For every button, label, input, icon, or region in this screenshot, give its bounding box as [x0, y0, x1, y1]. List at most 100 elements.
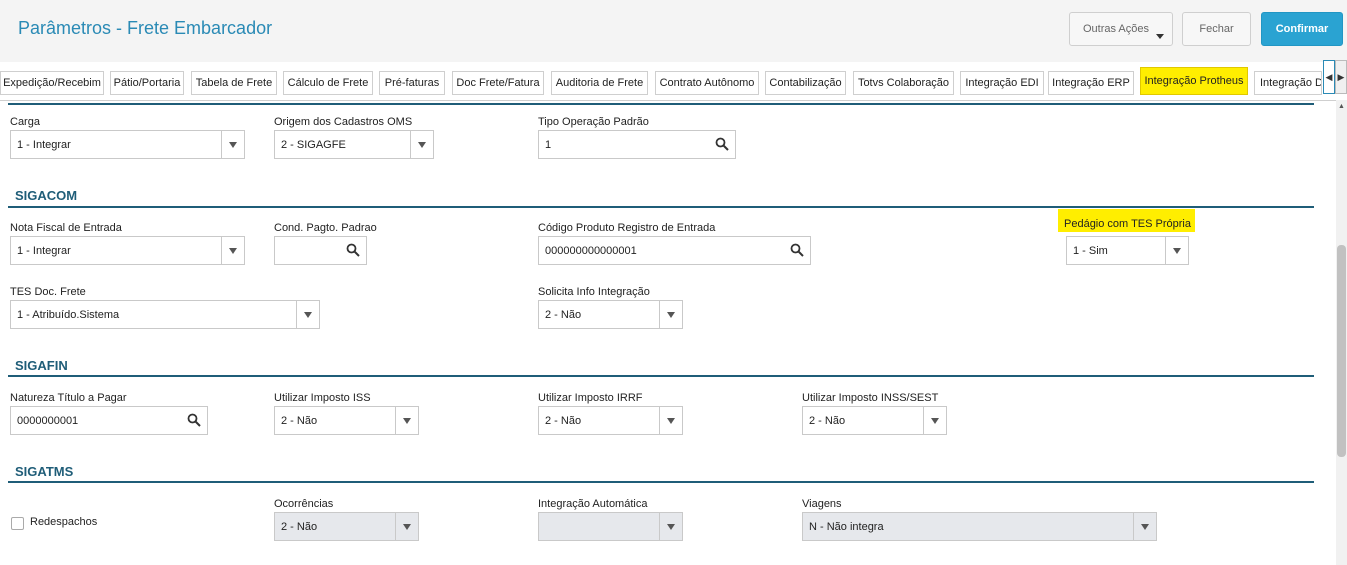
irrf-label: Utilizar Imposto IRRF: [538, 392, 643, 404]
tab-calculo-frete[interactable]: Cálculo de Frete: [283, 71, 373, 95]
inss-value: 2 - Não: [809, 415, 846, 427]
close-button[interactable]: Fechar: [1182, 12, 1251, 46]
viagens-select[interactable]: N - Não integra: [802, 512, 1157, 541]
irrf-select[interactable]: 2 - Não: [538, 406, 683, 435]
origem-value: 2 - SIGAGFE: [281, 139, 346, 151]
scroll-up-icon[interactable]: ▲: [1337, 102, 1346, 112]
nota-fiscal-select[interactable]: 1 - Integrar: [10, 236, 245, 265]
codigo-produto-value: 000000000000001: [545, 245, 637, 257]
ocorrencias-select[interactable]: 2 - Não: [274, 512, 419, 541]
tipo-operacao-label: Tipo Operação Padrão: [538, 116, 649, 128]
tab-label: Pátio/Portaria: [113, 77, 181, 89]
solicita-info-value: 2 - Não: [545, 309, 582, 321]
page-title: Parâmetros - Frete Embarcador: [18, 18, 273, 38]
tab-contrato[interactable]: Contrato Autônomo: [655, 71, 759, 95]
iss-value: 2 - Não: [281, 415, 318, 427]
integracao-automatica-label: Integração Automática: [538, 498, 648, 510]
tab-scroll-right-button[interactable]: ▶: [1335, 60, 1347, 94]
iss-select[interactable]: 2 - Não: [274, 406, 419, 435]
chevron-down-icon: [410, 131, 433, 158]
section-divider: [8, 206, 1314, 208]
section-title-sigafin: SIGAFIN: [15, 358, 68, 373]
natureza-label: Natureza Título a Pagar: [10, 392, 127, 404]
tipo-operacao-input[interactable]: 1: [538, 130, 736, 159]
vertical-scrollbar[interactable]: ▲: [1336, 100, 1347, 565]
tab-doc-frete[interactable]: Doc Frete/Fatura: [452, 71, 544, 95]
tab-label: Contabilização: [769, 77, 842, 89]
tab-patio[interactable]: Pátio/Portaria: [110, 71, 184, 95]
section-title-sigacom: SIGACOM: [15, 188, 78, 203]
cond-pagto-input[interactable]: [274, 236, 367, 265]
tab-integracao-edi[interactable]: Integração EDI: [960, 71, 1044, 95]
carga-select[interactable]: 1 - Integrar: [10, 130, 245, 159]
origem-select[interactable]: 2 - SIGAGFE: [274, 130, 434, 159]
tab-scroll-left-button[interactable]: ◀: [1323, 60, 1335, 94]
close-button-label: Fechar: [1199, 23, 1234, 35]
chevron-down-icon: [395, 407, 418, 434]
section-divider: [8, 103, 1314, 105]
chevron-down-icon: [221, 131, 244, 158]
tab-integracao-d[interactable]: Integração D: [1254, 71, 1322, 95]
redespachos-label[interactable]: Redespachos: [30, 516, 97, 528]
tab-auditoria[interactable]: Auditoria de Frete: [551, 71, 648, 95]
section-divider: [8, 481, 1314, 483]
chevron-down-icon: [1165, 237, 1188, 264]
tab-label: Integração EDI: [965, 77, 1039, 89]
tab-label: Contrato Autônomo: [659, 77, 755, 89]
ocorrencias-value: 2 - Não: [281, 521, 318, 533]
chevron-down-icon: [395, 513, 418, 540]
integracao-automatica-select[interactable]: [538, 512, 683, 541]
chevron-down-icon: [659, 513, 682, 540]
chevron-down-icon: [1133, 513, 1156, 540]
tab-totvs[interactable]: Totvs Colaboração: [853, 71, 954, 95]
tab-pre-faturas[interactable]: Pré-faturas: [379, 71, 445, 95]
pedagio-value: 1 - Sim: [1073, 245, 1108, 257]
pedagio-select[interactable]: 1 - Sim: [1066, 236, 1189, 265]
carga-value: 1 - Integrar: [17, 139, 71, 151]
pedagio-label: Pedágio com TES Própria: [1058, 209, 1195, 232]
confirm-button-label: Confirmar: [1275, 23, 1329, 35]
redespachos-checkbox[interactable]: [11, 517, 24, 530]
search-icon[interactable]: [715, 137, 729, 151]
header-bar: Parâmetros - Frete Embarcador Outras Açõ…: [0, 0, 1347, 62]
search-icon[interactable]: [346, 243, 360, 257]
confirm-button[interactable]: Confirmar: [1261, 12, 1343, 46]
tab-label: Expedição/Recebim: [3, 77, 101, 89]
tab-label: Integração ERP: [1052, 77, 1130, 89]
irrf-value: 2 - Não: [545, 415, 582, 427]
tab-label: Auditoria de Frete: [555, 77, 644, 89]
chevron-left-icon: ◀: [1325, 71, 1333, 82]
tab-expedicao[interactable]: Expedição/Recebim: [0, 71, 104, 95]
codigo-produto-input[interactable]: 000000000000001: [538, 236, 811, 265]
tab-label: Totvs Colaboração: [857, 77, 950, 89]
inss-select[interactable]: 2 - Não: [802, 406, 947, 435]
section-title-sigatms: SIGATMS: [15, 464, 74, 479]
section-divider: [8, 375, 1314, 377]
tab-contabilizacao[interactable]: Contabilização: [765, 71, 846, 95]
chevron-down-icon: [1156, 34, 1164, 39]
search-icon[interactable]: [187, 413, 201, 427]
other-actions-button[interactable]: Outras Ações: [1069, 12, 1173, 46]
chevron-down-icon: [221, 237, 244, 264]
ocorrencias-label: Ocorrências: [274, 498, 334, 510]
tab-label: Pré-faturas: [384, 77, 440, 89]
inss-label: Utilizar Imposto INSS/SEST: [802, 392, 939, 404]
codigo-produto-label: Código Produto Registro de Entrada: [538, 222, 716, 234]
tab-tabela-frete[interactable]: Tabela de Frete: [191, 71, 277, 95]
tes-doc-select[interactable]: 1 - Atribuído.Sistema: [10, 300, 320, 329]
tab-integracao-erp[interactable]: Integração ERP: [1048, 71, 1134, 95]
tes-doc-label: TES Doc. Frete: [10, 286, 86, 298]
solicita-info-label: Solicita Info Integração: [538, 286, 650, 298]
natureza-input[interactable]: 0000000001: [10, 406, 208, 435]
tab-bar: Expedição/Recebim Pátio/Portaria Tabela …: [0, 66, 1347, 101]
chevron-down-icon: [296, 301, 319, 328]
origem-label: Origem dos Cadastros OMS: [274, 116, 413, 128]
iss-label: Utilizar Imposto ISS: [274, 392, 371, 404]
viagens-label: Viagens: [802, 498, 842, 510]
search-icon[interactable]: [790, 243, 804, 257]
scrollbar-thumb[interactable]: [1337, 245, 1346, 457]
tab-integracao-protheus[interactable]: Integração Protheus: [1140, 67, 1248, 95]
cond-pagto-label: Cond. Pagto. Padrao: [274, 222, 377, 234]
tes-doc-value: 1 - Atribuído.Sistema: [17, 309, 120, 321]
solicita-info-select[interactable]: 2 - Não: [538, 300, 683, 329]
